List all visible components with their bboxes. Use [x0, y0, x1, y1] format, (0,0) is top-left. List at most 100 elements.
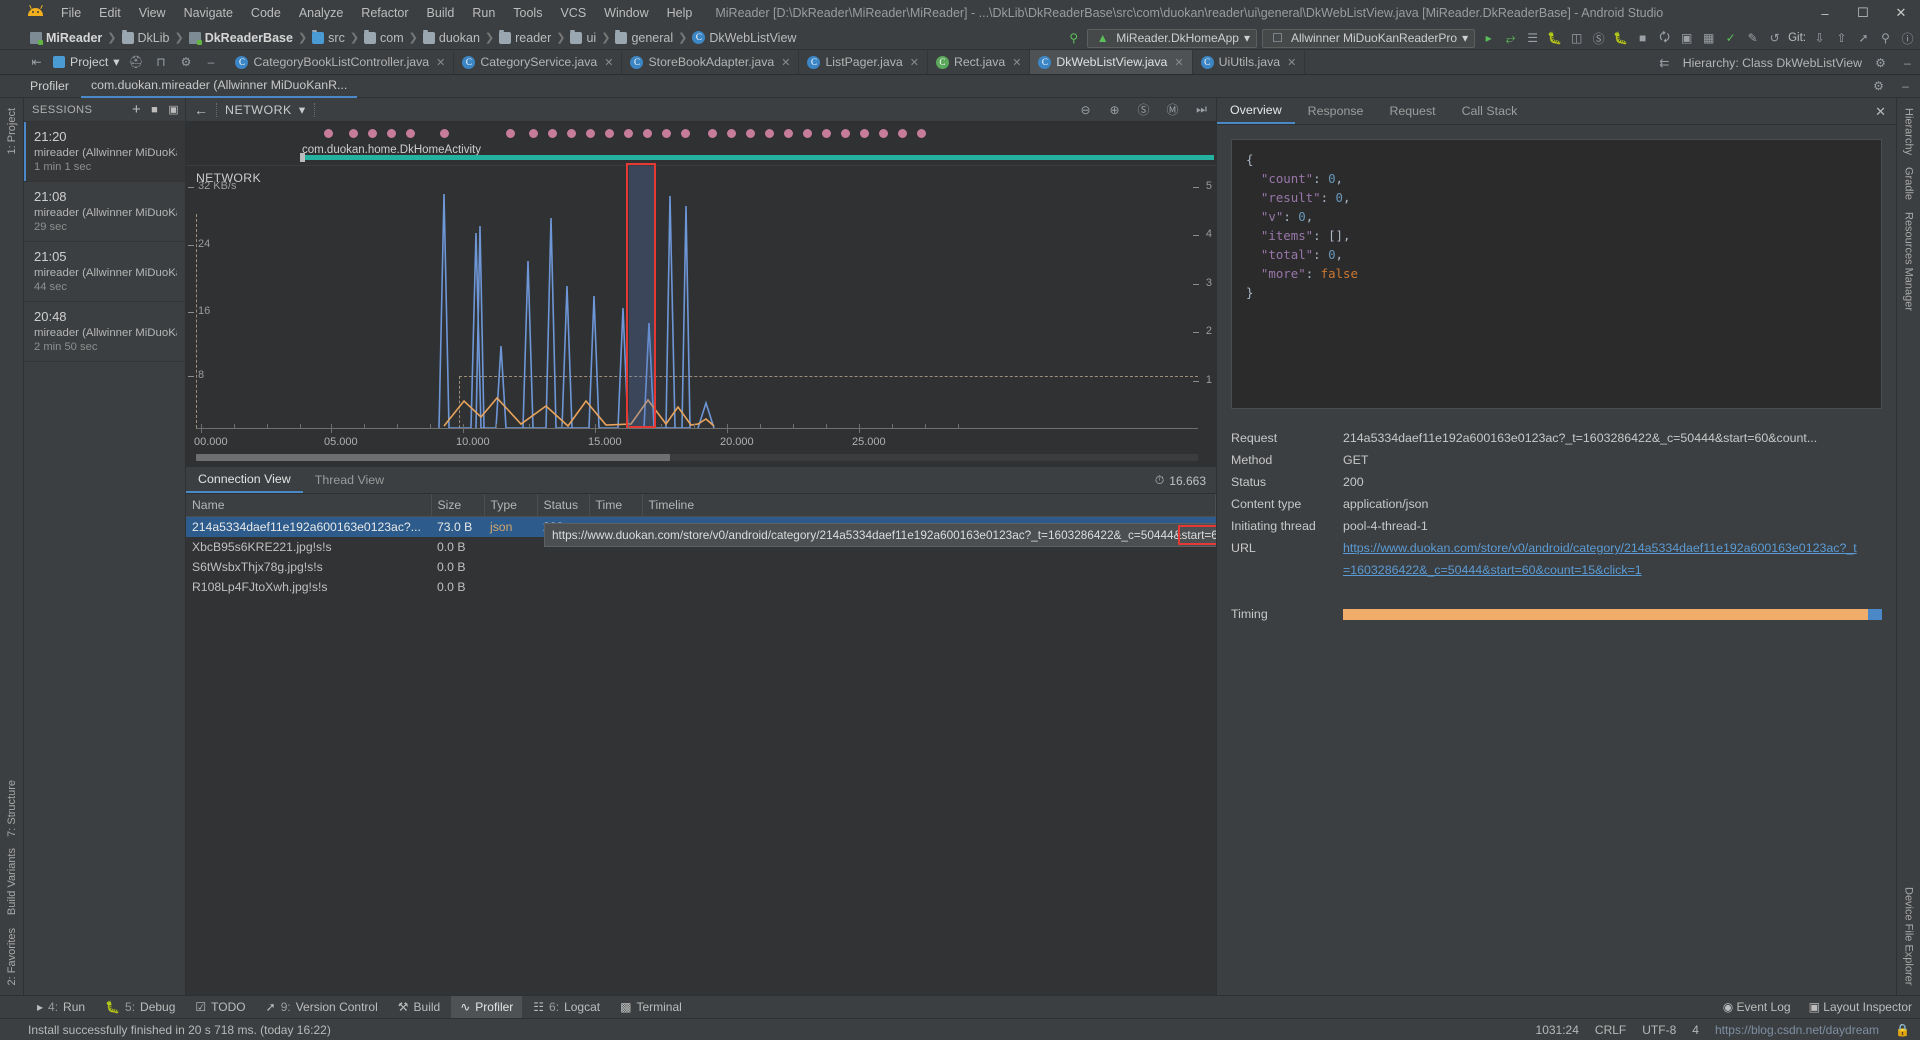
close-icon[interactable]: ✕: [781, 56, 790, 69]
toolwin-logcat[interactable]: ☷ 6: Logcat: [524, 996, 609, 1019]
close-icon[interactable]: ✕: [436, 56, 445, 69]
split-view-button[interactable]: ▣: [168, 103, 179, 116]
collapse-all-icon[interactable]: ⊓: [152, 54, 169, 71]
close-button[interactable]: ✕: [1882, 0, 1920, 26]
tab-request[interactable]: Request: [1376, 98, 1448, 124]
rail-item-build-variants[interactable]: Build Variants: [6, 842, 18, 921]
zoom-in-icon[interactable]: ⊕: [1106, 101, 1123, 118]
back-arrow-icon[interactable]: ←: [194, 102, 208, 118]
close-icon[interactable]: ✕: [604, 56, 613, 69]
tab-rect[interactable]: C Rect.java ✕: [928, 50, 1031, 74]
apply-code-changes-icon[interactable]: ☰: [1524, 30, 1541, 47]
close-icon[interactable]: ✕: [910, 56, 919, 69]
git-update-icon[interactable]: ⇩: [1811, 30, 1828, 47]
rail-item-structure[interactable]: 7: Structure: [6, 774, 18, 843]
run-configuration-selector[interactable]: ▲ MiReader.DkHomeApp ▾: [1087, 28, 1257, 48]
debug-icon[interactable]: 🐛: [1546, 30, 1563, 47]
apply-changes-icon[interactable]: ⥂: [1502, 30, 1519, 47]
breadcrumb-mireader[interactable]: MiReader: [28, 31, 104, 45]
profile-icon[interactable]: Ⓢ: [1590, 30, 1607, 47]
stop-session-button[interactable]: ■: [151, 104, 158, 116]
rail-item-device-file-explorer[interactable]: Device File Explorer: [1897, 881, 1920, 991]
menu-refactor[interactable]: Refactor: [352, 3, 417, 23]
toolwin-build[interactable]: ⚒ Build: [389, 996, 449, 1019]
locate-icon[interactable]: ⛑: [127, 54, 144, 71]
file-encoding[interactable]: UTF-8: [1642, 1023, 1676, 1037]
col-timeline[interactable]: Timeline: [642, 494, 1216, 517]
jump-to-live-icon[interactable]: ⏭: [1193, 101, 1210, 118]
search-icon[interactable]: ⚲: [1877, 30, 1894, 47]
stop-icon[interactable]: ■: [1634, 30, 1651, 47]
tab-overview[interactable]: Overview: [1217, 98, 1295, 124]
sdk-manager-icon[interactable]: ▦: [1700, 30, 1717, 47]
menu-help[interactable]: Help: [658, 3, 702, 23]
gear-icon[interactable]: ⚙: [177, 54, 194, 71]
col-type[interactable]: Type: [484, 494, 538, 517]
tab-connection-view[interactable]: Connection View: [186, 467, 303, 493]
git-push-icon[interactable]: ⇧: [1833, 30, 1850, 47]
gear-icon[interactable]: ⚙: [1870, 78, 1887, 95]
menu-analyze[interactable]: Analyze: [290, 3, 352, 23]
monitor-selector[interactable]: NETWORK ▾: [225, 102, 306, 118]
menu-run[interactable]: Run: [463, 3, 504, 23]
col-time[interactable]: Time: [589, 494, 643, 517]
tab-categorybooklistcontroller[interactable]: C CategoryBookListController.java ✕: [227, 50, 455, 74]
menu-build[interactable]: Build: [418, 3, 464, 23]
session-item[interactable]: 21:08 mireader (Allwinner MiDuoKanR... 2…: [24, 182, 185, 242]
col-status[interactable]: Status: [537, 494, 590, 517]
gear-icon[interactable]: ⚙: [1872, 54, 1889, 71]
tab-listpager[interactable]: C ListPager.java ✕: [799, 50, 928, 74]
project-tool-button[interactable]: Project ▾: [53, 55, 119, 69]
vcs-history-icon[interactable]: ↺: [1766, 30, 1783, 47]
device-selector[interactable]: ☐ Allwinner MiDuoKanReaderPro ▾: [1262, 28, 1476, 48]
event-timeline-strip[interactable]: com.duokan.home.DkHomeActivity: [186, 122, 1216, 166]
toolwin-version-control[interactable]: ➚ 9: Version Control: [257, 996, 387, 1019]
profiler-session-tab[interactable]: com.duokan.mireader (Allwinner MiDuoKanR…: [80, 75, 358, 98]
toolwin-debug[interactable]: 🐛 5: Debug: [96, 996, 184, 1019]
response-preview[interactable]: { "count": 0, "result": 0, "v": 0, "item…: [1231, 139, 1882, 409]
menu-window[interactable]: Window: [595, 3, 657, 23]
breadcrumb-dkreaderbase[interactable]: DkReaderBase: [187, 31, 295, 45]
caret-position[interactable]: 1031:24: [1536, 1023, 1579, 1037]
toolwin-todo[interactable]: ☑ TODO: [186, 996, 254, 1019]
toolwin-run[interactable]: ▸ 4: Run: [28, 996, 94, 1019]
close-icon[interactable]: ✕: [1174, 56, 1183, 69]
breadcrumb-src[interactable]: src: [310, 29, 347, 45]
tab-dkweblistview[interactable]: C DkWebListView.java ✕: [1030, 50, 1193, 74]
breadcrumb-dklib[interactable]: DkLib: [120, 29, 172, 45]
tab-uiutils[interactable]: C UiUtils.java ✕: [1193, 50, 1306, 74]
minimize-button[interactable]: –: [1806, 0, 1844, 26]
vcs-commit-icon[interactable]: ✎: [1744, 30, 1761, 47]
session-item[interactable]: 21:05 mireader (Allwinner MiDuoKanR... 4…: [24, 242, 185, 302]
tab-thread-view[interactable]: Thread View: [303, 467, 396, 493]
rail-item-favorites[interactable]: 2: Favorites: [6, 922, 18, 991]
menu-vcs[interactable]: VCS: [551, 3, 595, 23]
field-value-url[interactable]: https://www.duokan.com/store/v0/android/…: [1343, 537, 1863, 581]
help-icon[interactable]: ⓘ: [1899, 30, 1916, 47]
zoom-out-icon[interactable]: ⊖: [1077, 101, 1094, 118]
hide-icon[interactable]: –: [1899, 54, 1916, 71]
hierarchy-nav-icon[interactable]: ⇇: [1656, 54, 1673, 71]
indent-size[interactable]: 4: [1692, 1023, 1699, 1037]
tab-call-stack[interactable]: Call Stack: [1449, 98, 1531, 124]
menu-file[interactable]: File: [52, 3, 90, 23]
close-icon[interactable]: ✕: [1012, 56, 1021, 69]
close-icon[interactable]: ✕: [1287, 56, 1296, 69]
menu-edit[interactable]: Edit: [90, 3, 130, 23]
lock-icon[interactable]: 🔒: [1895, 1023, 1910, 1037]
connection-table-body[interactable]: Name Size Type Status Time Timeline 214a…: [186, 494, 1216, 995]
hide-icon[interactable]: –: [202, 54, 219, 71]
menu-navigate[interactable]: Navigate: [175, 3, 242, 23]
hammer-build-icon[interactable]: ⚲: [1065, 30, 1082, 47]
tab-response[interactable]: Response: [1295, 98, 1377, 124]
add-session-button[interactable]: +: [132, 101, 141, 118]
hide-icon[interactable]: –: [1897, 78, 1914, 95]
toolwin-profiler[interactable]: ∿ Profiler: [451, 995, 523, 1019]
attach-debugger-icon[interactable]: ◫: [1568, 30, 1585, 47]
line-separator[interactable]: CRLF: [1595, 1023, 1626, 1037]
rail-item-gradle[interactable]: Gradle: [1897, 161, 1920, 206]
rail-item-hierarchy[interactable]: Hierarchy: [1897, 102, 1920, 161]
menu-view[interactable]: View: [130, 3, 175, 23]
menu-code[interactable]: Code: [242, 3, 290, 23]
vcs-update-icon[interactable]: ✓: [1722, 30, 1739, 47]
